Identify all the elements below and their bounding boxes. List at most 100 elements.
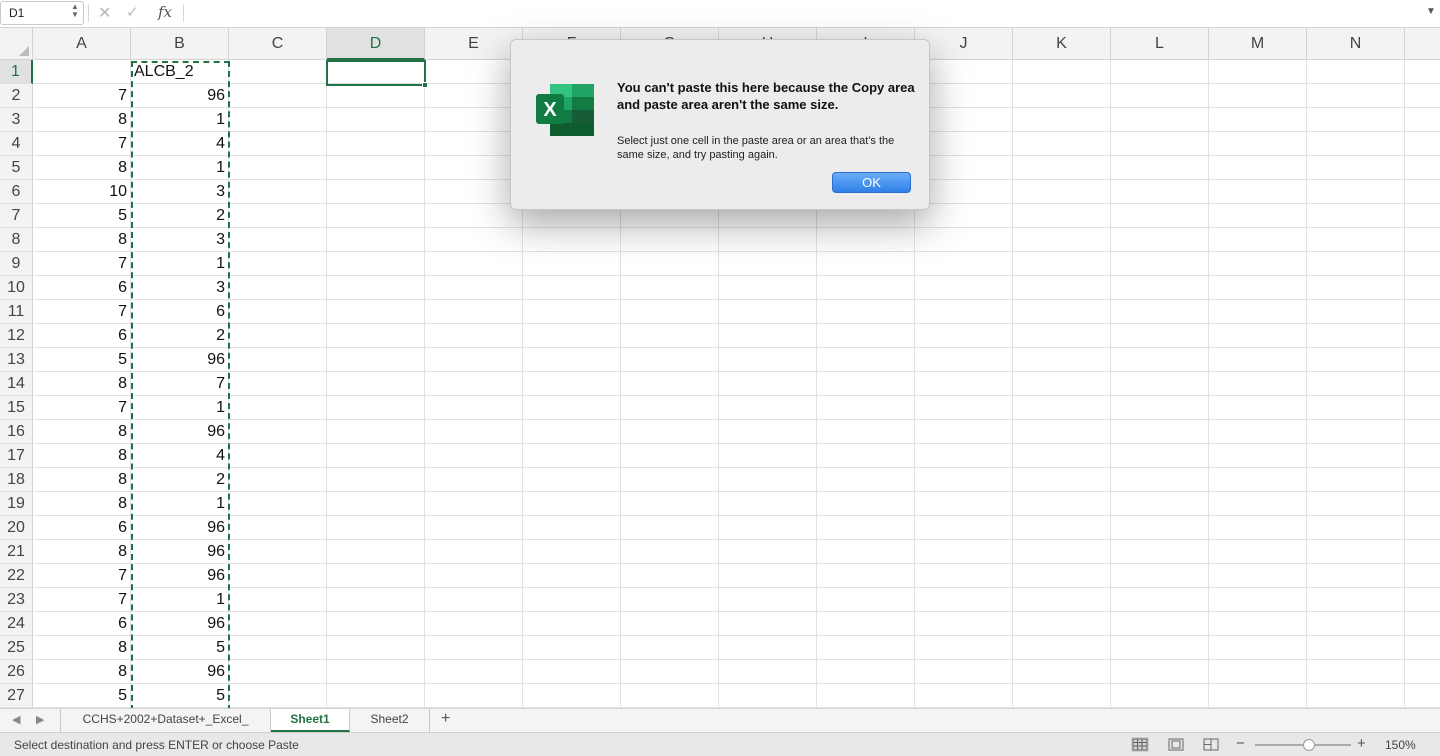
- cell[interactable]: 7: [33, 396, 131, 420]
- column-header-c[interactable]: C: [229, 28, 327, 60]
- cell[interactable]: [523, 252, 621, 276]
- cell[interactable]: [719, 540, 817, 564]
- cell[interactable]: [1307, 132, 1405, 156]
- cell[interactable]: [621, 468, 719, 492]
- cell[interactable]: [229, 324, 327, 348]
- cell[interactable]: 2: [131, 204, 229, 228]
- cell[interactable]: [719, 468, 817, 492]
- cell[interactable]: [229, 300, 327, 324]
- cell[interactable]: [1405, 108, 1440, 132]
- cell[interactable]: [327, 516, 425, 540]
- cell[interactable]: [523, 444, 621, 468]
- row-header[interactable]: 27: [0, 684, 33, 708]
- cell[interactable]: [1111, 540, 1209, 564]
- cell[interactable]: [719, 348, 817, 372]
- cell[interactable]: [229, 180, 327, 204]
- cell[interactable]: 96: [131, 612, 229, 636]
- cell[interactable]: 3: [131, 276, 229, 300]
- cell[interactable]: 7: [33, 252, 131, 276]
- cell[interactable]: [1307, 324, 1405, 348]
- cell[interactable]: [1013, 60, 1111, 84]
- cell[interactable]: [719, 612, 817, 636]
- cell[interactable]: [327, 612, 425, 636]
- cell[interactable]: [1307, 252, 1405, 276]
- cell[interactable]: 96: [131, 564, 229, 588]
- row-header[interactable]: 9: [0, 252, 33, 276]
- cell[interactable]: [1209, 468, 1307, 492]
- cell[interactable]: [425, 420, 523, 444]
- cell[interactable]: [425, 636, 523, 660]
- cell[interactable]: 7: [33, 588, 131, 612]
- cell[interactable]: [327, 324, 425, 348]
- cell[interactable]: [1405, 564, 1440, 588]
- cell[interactable]: [1013, 660, 1111, 684]
- cell[interactable]: [817, 588, 915, 612]
- row-header[interactable]: 17: [0, 444, 33, 468]
- cell[interactable]: [229, 156, 327, 180]
- cell[interactable]: [425, 108, 523, 132]
- cell[interactable]: [229, 204, 327, 228]
- cell[interactable]: [1405, 396, 1440, 420]
- cell[interactable]: [1111, 444, 1209, 468]
- cell[interactable]: [1111, 204, 1209, 228]
- cell[interactable]: 8: [33, 636, 131, 660]
- cell[interactable]: [915, 252, 1013, 276]
- cell[interactable]: [621, 564, 719, 588]
- cell[interactable]: [1307, 468, 1405, 492]
- cell[interactable]: [817, 348, 915, 372]
- cell[interactable]: [523, 324, 621, 348]
- cell[interactable]: 2: [131, 324, 229, 348]
- cell[interactable]: 8: [33, 492, 131, 516]
- cell[interactable]: [1111, 564, 1209, 588]
- row-header[interactable]: 19: [0, 492, 33, 516]
- cell[interactable]: [817, 420, 915, 444]
- cell[interactable]: [621, 660, 719, 684]
- cell[interactable]: [817, 636, 915, 660]
- cell[interactable]: [229, 468, 327, 492]
- cell[interactable]: [229, 252, 327, 276]
- cell[interactable]: [33, 60, 131, 84]
- row-header[interactable]: 20: [0, 516, 33, 540]
- cell[interactable]: [229, 684, 327, 708]
- cell[interactable]: 1: [131, 252, 229, 276]
- cell[interactable]: [229, 588, 327, 612]
- column-header-m[interactable]: M: [1209, 28, 1307, 60]
- cell[interactable]: [915, 228, 1013, 252]
- cell[interactable]: [719, 684, 817, 708]
- cell[interactable]: 5: [131, 684, 229, 708]
- cell[interactable]: [621, 612, 719, 636]
- cell[interactable]: [1209, 588, 1307, 612]
- cell[interactable]: [1307, 276, 1405, 300]
- cell[interactable]: [1209, 252, 1307, 276]
- cell[interactable]: 4: [131, 132, 229, 156]
- cell[interactable]: [1013, 276, 1111, 300]
- cell[interactable]: [229, 348, 327, 372]
- cell[interactable]: [523, 564, 621, 588]
- cell[interactable]: [817, 492, 915, 516]
- cell[interactable]: [1209, 660, 1307, 684]
- cell[interactable]: 10: [33, 180, 131, 204]
- cell[interactable]: 96: [131, 540, 229, 564]
- cell[interactable]: [523, 684, 621, 708]
- cell[interactable]: [1013, 588, 1111, 612]
- cell[interactable]: [425, 252, 523, 276]
- cell[interactable]: [817, 564, 915, 588]
- cell[interactable]: [1111, 300, 1209, 324]
- cell[interactable]: [425, 540, 523, 564]
- formula-input[interactable]: [190, 3, 1420, 23]
- cell[interactable]: [229, 540, 327, 564]
- row-header[interactable]: 6: [0, 180, 33, 204]
- expand-formula-bar-icon[interactable]: ▼: [1426, 6, 1436, 17]
- row-header[interactable]: 11: [0, 300, 33, 324]
- cell[interactable]: [425, 300, 523, 324]
- cell[interactable]: [719, 420, 817, 444]
- cell[interactable]: [1209, 564, 1307, 588]
- cell[interactable]: [1307, 588, 1405, 612]
- cell[interactable]: [1013, 444, 1111, 468]
- column-header-n[interactable]: N: [1307, 28, 1405, 60]
- cell[interactable]: [719, 444, 817, 468]
- cell[interactable]: 8: [33, 108, 131, 132]
- cell[interactable]: 6: [33, 612, 131, 636]
- cell[interactable]: [1405, 60, 1440, 84]
- cell[interactable]: [523, 636, 621, 660]
